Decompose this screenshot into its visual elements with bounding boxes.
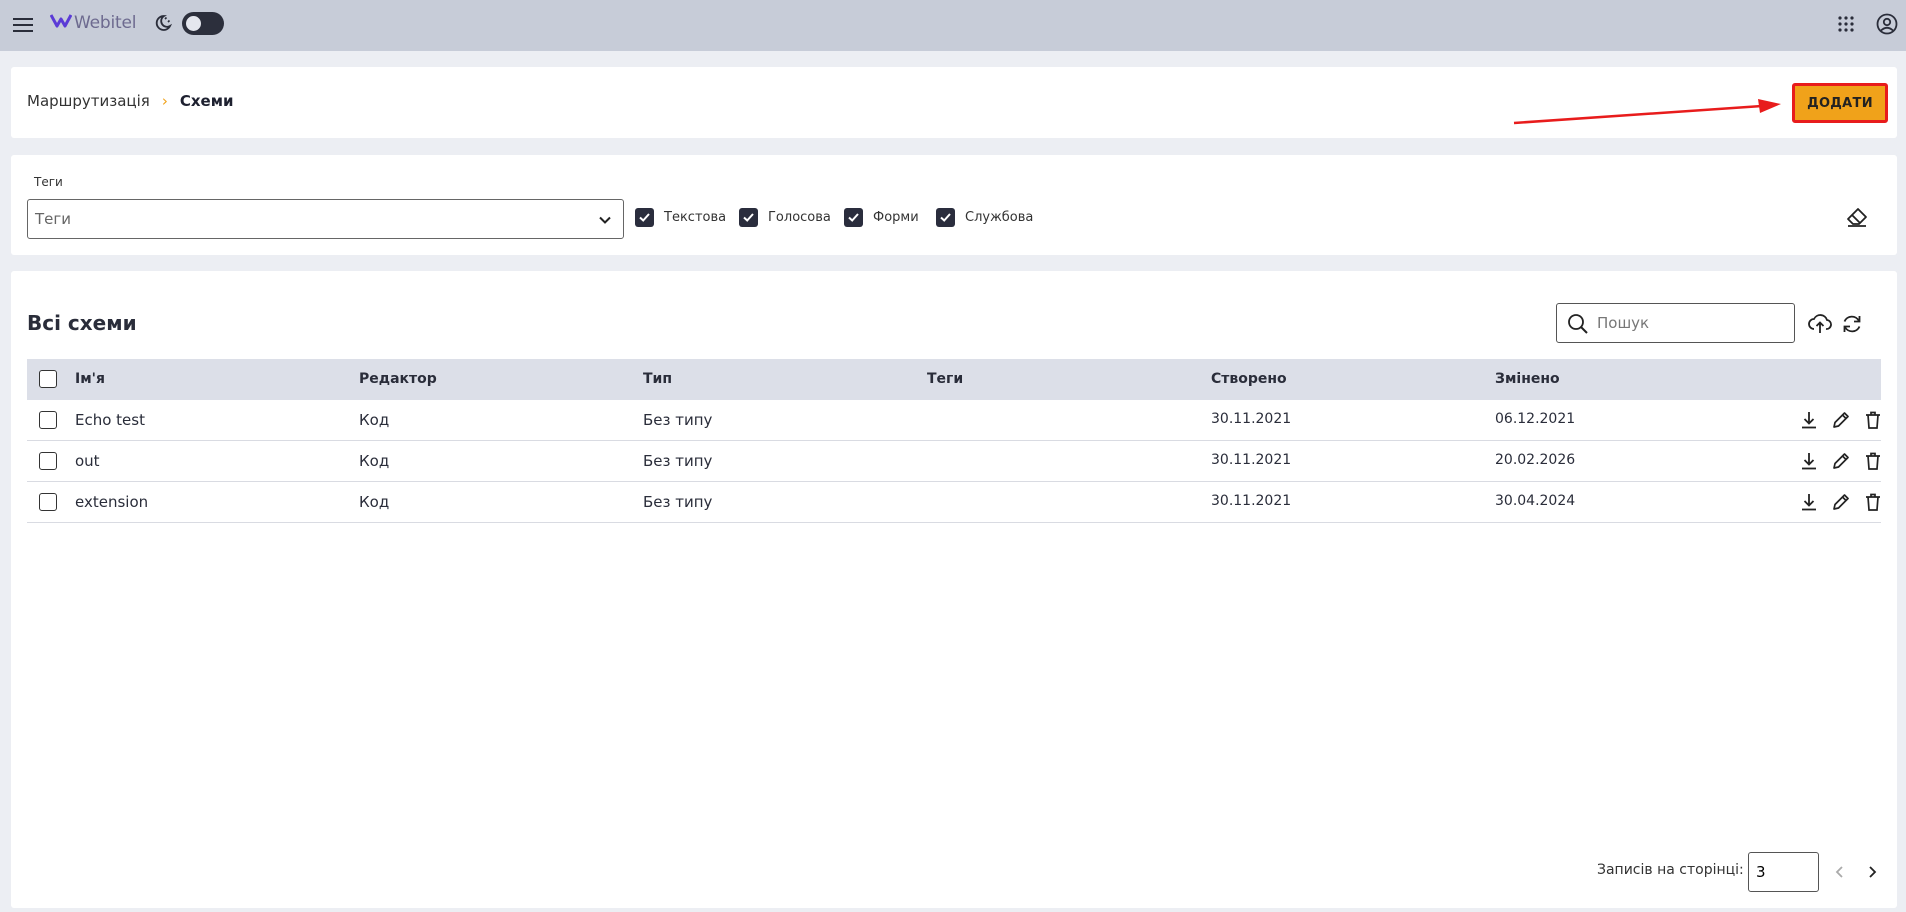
tags-filter-label: Теги <box>34 175 63 189</box>
breadcrumb-separator: › <box>161 92 168 110</box>
checkbox-text[interactable]: Текстова <box>635 208 726 227</box>
checkbox-label: Службова <box>965 210 1034 225</box>
delete-trash-icon[interactable] <box>1861 449 1885 473</box>
cell-modified: 30.04.2024 <box>1495 493 1576 509</box>
checkbox-label: Текстова <box>664 210 727 225</box>
cell-created: 30.11.2021 <box>1211 452 1292 468</box>
checkbox-service[interactable]: Службова <box>936 208 1033 227</box>
check-icon <box>739 208 758 227</box>
add-button[interactable]: ДОДАТИ <box>1792 83 1888 123</box>
refresh-icon[interactable] <box>1839 311 1865 337</box>
breadcrumb-routing[interactable]: Маршрутизація <box>27 92 150 110</box>
webitel-logo[interactable]: Webitel <box>49 12 137 34</box>
table-row[interactable]: Echo test Код Без типу 30.11.2021 06.12.… <box>27 400 1881 441</box>
breadcrumb: Маршрутизація › Схеми <box>27 92 233 110</box>
edit-pencil-icon[interactable] <box>1829 490 1853 514</box>
cell-name: Echo test <box>75 411 145 429</box>
checkbox-forms[interactable]: Форми <box>844 208 919 227</box>
tags-select-placeholder: Теги <box>35 210 72 228</box>
download-icon[interactable] <box>1797 449 1821 473</box>
breadcrumb-current: Схеми <box>179 92 234 110</box>
column-header-tags[interactable]: Теги <box>927 371 963 387</box>
filter-card: Теги Теги Текстова Голосова Форми Службо… <box>11 155 1897 255</box>
cell-name: out <box>75 452 100 470</box>
cell-created: 30.11.2021 <box>1211 493 1292 509</box>
per-page-input[interactable] <box>1748 852 1819 892</box>
download-icon[interactable] <box>1797 490 1821 514</box>
cell-editor: Код <box>359 411 390 429</box>
edit-pencil-icon[interactable] <box>1829 449 1853 473</box>
check-icon <box>936 208 955 227</box>
check-icon <box>635 208 654 227</box>
column-header-modified[interactable]: Змінено <box>1495 371 1560 387</box>
status-toggle[interactable] <box>182 12 224 35</box>
prev-page-chevron-left-icon[interactable] <box>1829 861 1851 883</box>
cell-modified: 06.12.2021 <box>1495 411 1576 427</box>
delete-trash-icon[interactable] <box>1861 490 1885 514</box>
apps-grid-icon[interactable] <box>1834 12 1858 36</box>
search-icon <box>1567 313 1589 339</box>
checkbox-label: Голосова <box>768 210 831 225</box>
search-input[interactable] <box>1597 314 1777 332</box>
chevron-down-icon <box>597 212 613 232</box>
edit-pencil-icon[interactable] <box>1829 408 1853 432</box>
top-bar: Webitel <box>0 0 1906 51</box>
cell-type: Без типу <box>643 452 713 470</box>
column-header-created[interactable]: Створено <box>1211 371 1287 387</box>
row-checkbox[interactable] <box>39 493 57 511</box>
phone-moon-icon[interactable] <box>150 12 174 36</box>
table-row[interactable]: extension Код Без типу 30.11.2021 30.04.… <box>27 482 1881 523</box>
tags-select[interactable]: Теги <box>27 199 624 239</box>
row-checkbox[interactable] <box>39 411 57 429</box>
webitel-logo-icon <box>49 12 73 34</box>
header-card: Маршрутизація › Схеми ДОДАТИ <box>11 67 1897 138</box>
cell-type: Без типу <box>643 493 713 511</box>
row-checkbox[interactable] <box>39 452 57 470</box>
checkbox-voice[interactable]: Голосова <box>739 208 831 227</box>
cell-name: extension <box>75 493 149 511</box>
select-all-checkbox[interactable] <box>39 370 57 388</box>
cell-editor: Код <box>359 493 390 511</box>
per-page-label: Записів на сторінці: <box>1597 862 1744 878</box>
checkbox-label: Форми <box>873 210 919 225</box>
delete-trash-icon[interactable] <box>1861 408 1885 432</box>
next-page-chevron-right-icon[interactable] <box>1861 861 1883 883</box>
toggle-knob <box>186 16 201 31</box>
check-icon <box>844 208 863 227</box>
search-field[interactable] <box>1556 303 1795 343</box>
clear-filters-eraser-icon[interactable] <box>1843 203 1871 231</box>
column-header-name[interactable]: Ім'я <box>75 371 105 387</box>
cell-editor: Код <box>359 452 390 470</box>
table-row[interactable]: out Код Без типу 30.11.2021 20.02.2026 <box>27 441 1881 482</box>
column-header-type[interactable]: Тип <box>643 371 672 387</box>
download-icon[interactable] <box>1797 408 1821 432</box>
schemes-table-card: Всі схеми Ім'я Редактор Тип Теги Створен… <box>11 271 1897 908</box>
table-title: Всі схеми <box>27 311 137 335</box>
logo-text: Webitel <box>74 13 137 33</box>
column-header-editor[interactable]: Редактор <box>359 371 437 387</box>
cell-type: Без типу <box>643 411 713 429</box>
cell-created: 30.11.2021 <box>1211 411 1292 427</box>
upload-icon[interactable] <box>1807 311 1833 337</box>
menu-icon[interactable] <box>11 13 35 37</box>
table-header: Ім'я Редактор Тип Теги Створено Змінено <box>27 359 1881 400</box>
cell-modified: 20.02.2026 <box>1495 452 1576 468</box>
account-circle-icon[interactable] <box>1874 11 1900 37</box>
